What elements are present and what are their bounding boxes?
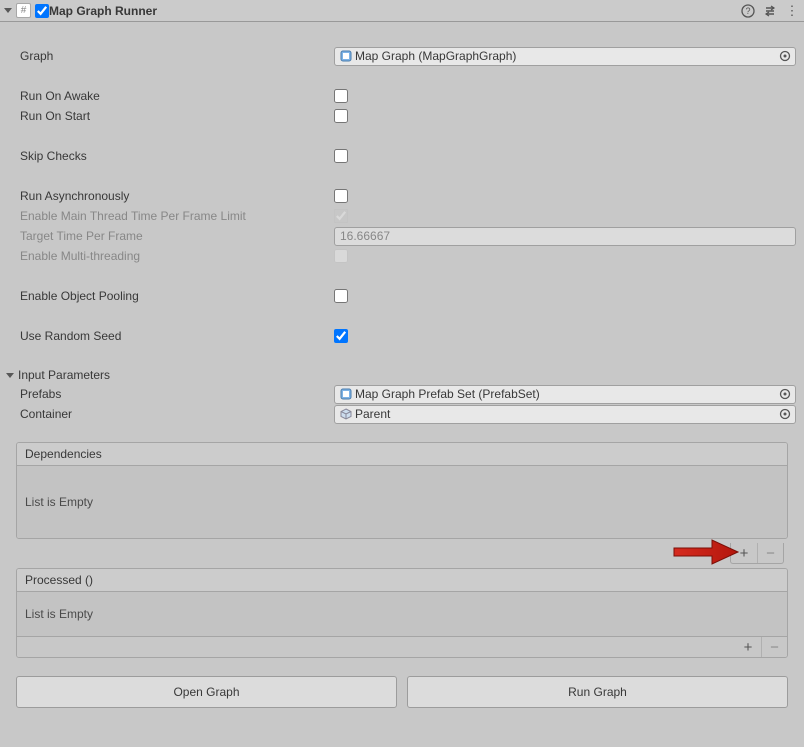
checkbox-run-async[interactable]	[334, 189, 348, 203]
list-processed: Processed () List is Empty + −	[16, 568, 788, 658]
list-dependencies: Dependencies List is Empty	[16, 442, 788, 539]
row-use-random-seed: Use Random Seed	[4, 326, 800, 346]
graph-object-field[interactable]: Map Graph (MapGraphGraph)	[334, 47, 796, 66]
label-run-on-start: Run On Start	[8, 109, 334, 123]
gameobject-icon	[339, 408, 352, 421]
dependencies-add-button[interactable]: +	[731, 543, 757, 563]
prefabs-object-field[interactable]: Map Graph Prefab Set (PrefabSet)	[334, 385, 796, 404]
object-picker-icon[interactable]	[777, 386, 793, 402]
label-target-time: Target Time Per Frame	[8, 229, 334, 243]
open-graph-button[interactable]: Open Graph	[16, 676, 397, 708]
row-skip-checks: Skip Checks	[4, 146, 800, 166]
label-use-random-seed: Use Random Seed	[8, 329, 334, 343]
context-menu-icon[interactable]: ⋮	[784, 3, 800, 19]
label-enable-main-thread-limit: Enable Main Thread Time Per Frame Limit	[8, 209, 334, 223]
label-graph: Graph	[8, 49, 334, 63]
graph-object-value: Map Graph (MapGraphGraph)	[355, 49, 516, 63]
label-enable-pooling: Enable Object Pooling	[8, 289, 334, 303]
label-run-on-awake: Run On Awake	[8, 89, 334, 103]
svg-text:?: ?	[745, 6, 750, 16]
list-dependencies-header: Dependencies	[17, 443, 787, 466]
dependencies-remove-button[interactable]: −	[757, 543, 783, 563]
row-container: Container Parent	[4, 404, 800, 424]
object-picker-icon[interactable]	[777, 406, 793, 422]
row-enable-main-thread-limit: Enable Main Thread Time Per Frame Limit	[4, 206, 800, 226]
prefabs-object-value: Map Graph Prefab Set (PrefabSet)	[355, 387, 540, 401]
object-picker-icon[interactable]	[777, 48, 793, 64]
row-graph: Graph Map Graph (MapGraphGraph)	[4, 46, 800, 66]
processed-remove-button[interactable]: −	[761, 637, 787, 657]
foldout-icon	[6, 373, 14, 378]
checkbox-skip-checks[interactable]	[334, 149, 348, 163]
checkbox-enable-main-thread-limit	[334, 209, 348, 223]
run-graph-button[interactable]: Run Graph	[407, 676, 788, 708]
section-input-parameters[interactable]: Input Parameters	[4, 366, 800, 384]
scriptableobject-icon	[339, 388, 352, 401]
checkbox-use-random-seed[interactable]	[334, 329, 348, 343]
label-skip-checks: Skip Checks	[8, 149, 334, 163]
foldout-icon[interactable]	[4, 8, 12, 13]
container-object-value: Parent	[355, 407, 390, 421]
container-object-field[interactable]: Parent	[334, 405, 796, 424]
row-prefabs: Prefabs Map Graph Prefab Set (PrefabSet)	[4, 384, 800, 404]
processed-add-button[interactable]: +	[735, 637, 761, 657]
checkbox-enable-multithreading	[334, 249, 348, 263]
field-target-time: 16.66667	[334, 227, 796, 246]
label-prefabs: Prefabs	[8, 387, 334, 401]
row-enable-multithreading: Enable Multi-threading	[4, 246, 800, 266]
checkbox-enable-pooling[interactable]	[334, 289, 348, 303]
checkbox-run-on-awake[interactable]	[334, 89, 348, 103]
label-container: Container	[8, 407, 334, 421]
section-input-parameters-label: Input Parameters	[18, 368, 110, 382]
row-enable-pooling: Enable Object Pooling	[4, 286, 800, 306]
row-run-async: Run Asynchronously	[4, 186, 800, 206]
script-icon: #	[16, 3, 31, 18]
row-run-on-start: Run On Start	[4, 106, 800, 126]
help-icon[interactable]: ?	[740, 3, 756, 19]
component-enabled-checkbox[interactable]	[35, 4, 49, 18]
label-enable-multithreading: Enable Multi-threading	[8, 249, 334, 263]
list-processed-body: List is Empty	[17, 592, 787, 636]
component-title: Map Graph Runner	[49, 4, 740, 18]
label-run-async: Run Asynchronously	[8, 189, 334, 203]
checkbox-run-on-start[interactable]	[334, 109, 348, 123]
list-processed-header: Processed ()	[17, 569, 787, 592]
row-target-time: Target Time Per Frame 16.66667	[4, 226, 800, 246]
row-run-on-awake: Run On Awake	[4, 86, 800, 106]
list-dependencies-body: List is Empty	[17, 466, 787, 538]
preset-icon[interactable]	[762, 3, 778, 19]
component-header: # Map Graph Runner ? ⋮	[0, 0, 804, 22]
scriptableobject-icon	[339, 50, 352, 63]
